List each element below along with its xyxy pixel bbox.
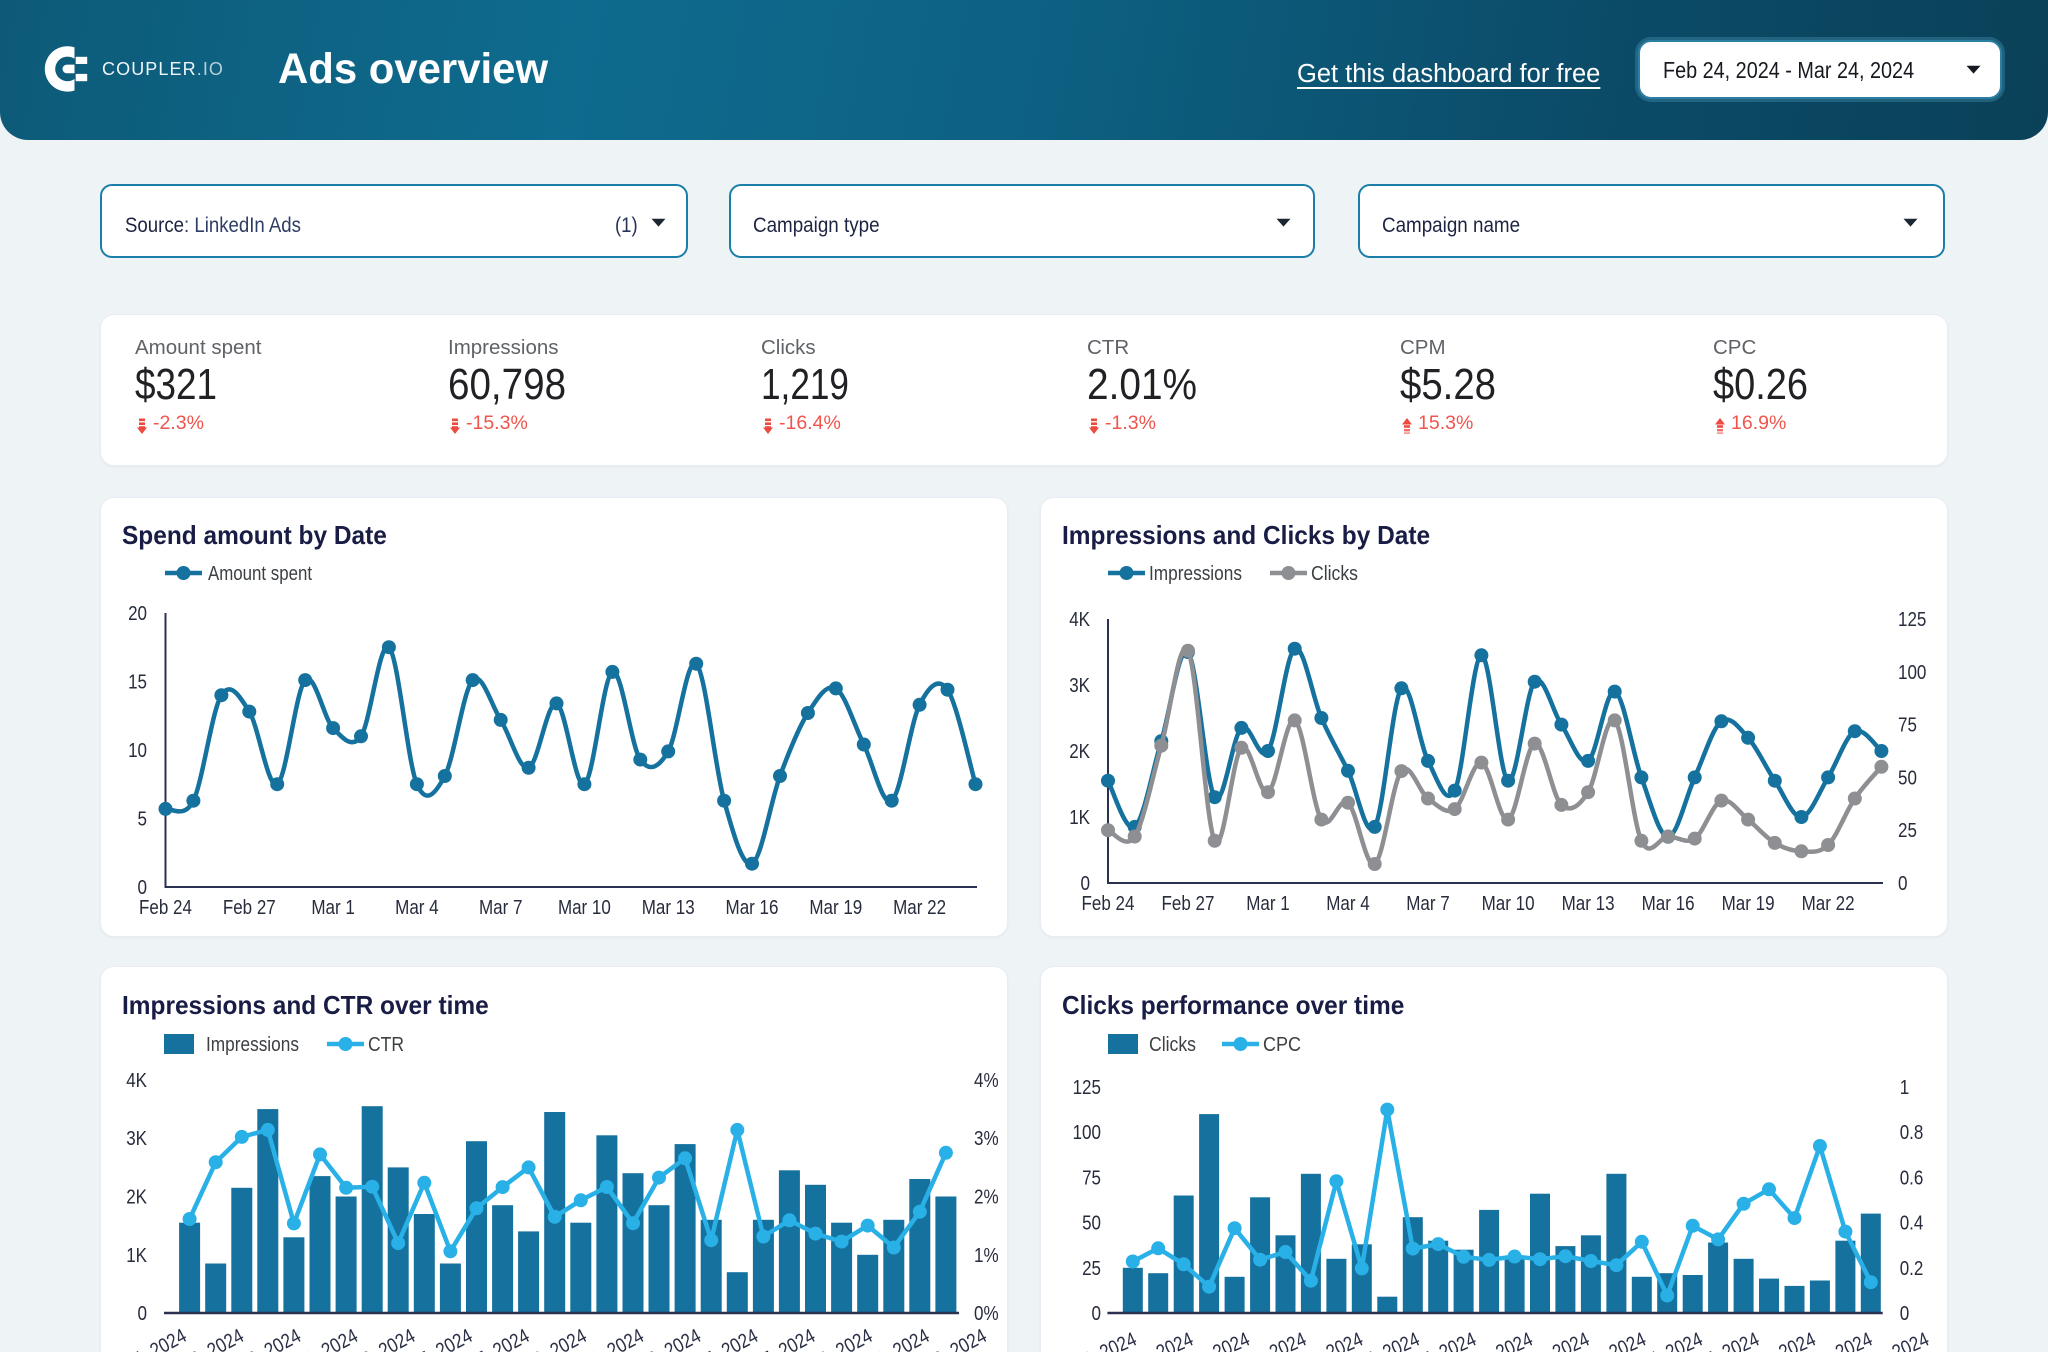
svg-text:Mar 4: Mar 4 bbox=[1326, 893, 1370, 915]
svg-text:15: 15 bbox=[128, 672, 147, 694]
svg-text:3K: 3K bbox=[1069, 675, 1090, 697]
svg-text:Mar 4: Mar 4 bbox=[395, 897, 439, 919]
svg-text:Mar 10: Mar 10 bbox=[558, 897, 611, 919]
svg-text:4%: 4% bbox=[974, 1070, 999, 1092]
svg-text:125: 125 bbox=[1073, 1077, 1101, 1099]
svg-text:0%: 0% bbox=[974, 1303, 999, 1325]
svg-text:100: 100 bbox=[1073, 1122, 1101, 1144]
svg-text:Feb 27: Feb 27 bbox=[223, 897, 276, 919]
svg-text:1K: 1K bbox=[126, 1245, 147, 1267]
svg-text:Mar 7: Mar 7 bbox=[479, 897, 523, 919]
svg-text:1%: 1% bbox=[974, 1245, 999, 1267]
svg-text:5: 5 bbox=[138, 809, 148, 831]
svg-text:Feb 24, 2024: Feb 24, 2024 bbox=[1041, 1328, 1140, 1352]
svg-text:75: 75 bbox=[1082, 1167, 1101, 1189]
svg-text:0: 0 bbox=[1900, 1303, 1910, 1325]
svg-text:0: 0 bbox=[1081, 873, 1091, 895]
svg-text:Feb 27: Feb 27 bbox=[1162, 893, 1215, 915]
svg-text:0: 0 bbox=[1898, 873, 1908, 895]
svg-text:2K: 2K bbox=[126, 1187, 147, 1209]
svg-text:4K: 4K bbox=[1069, 609, 1090, 631]
svg-text:0: 0 bbox=[138, 1303, 148, 1325]
svg-text:Mar 13: Mar 13 bbox=[1562, 893, 1615, 915]
svg-text:Mar 10: Mar 10 bbox=[1482, 893, 1535, 915]
svg-text:1: 1 bbox=[1900, 1077, 1910, 1099]
svg-text:125: 125 bbox=[1898, 609, 1926, 631]
svg-text:Mar 22: Mar 22 bbox=[893, 897, 946, 919]
svg-text:Mar 16: Mar 16 bbox=[726, 897, 779, 919]
svg-text:0.6: 0.6 bbox=[1900, 1167, 1924, 1189]
svg-text:Mar 13: Mar 13 bbox=[642, 897, 695, 919]
svg-text:Mar 1: Mar 1 bbox=[311, 897, 355, 919]
svg-text:25: 25 bbox=[1082, 1258, 1101, 1280]
svg-text:75: 75 bbox=[1898, 715, 1917, 737]
svg-text:0.4: 0.4 bbox=[1900, 1213, 1924, 1235]
svg-text:Mar 19: Mar 19 bbox=[809, 897, 862, 919]
svg-text:Mar 22: Mar 22 bbox=[1802, 893, 1855, 915]
svg-text:3K: 3K bbox=[126, 1128, 147, 1150]
svg-text:0: 0 bbox=[138, 877, 148, 899]
svg-text:Mar 7: Mar 7 bbox=[1406, 893, 1450, 915]
svg-text:0.2: 0.2 bbox=[1900, 1258, 1924, 1280]
svg-text:25: 25 bbox=[1898, 820, 1917, 842]
svg-text:3%: 3% bbox=[974, 1128, 999, 1150]
svg-text:2K: 2K bbox=[1069, 741, 1090, 763]
svg-text:0: 0 bbox=[1092, 1303, 1102, 1325]
svg-text:100: 100 bbox=[1898, 662, 1926, 684]
svg-text:Mar 1: Mar 1 bbox=[1246, 893, 1290, 915]
svg-text:20: 20 bbox=[128, 603, 147, 625]
svg-text:Feb 24: Feb 24 bbox=[1082, 893, 1135, 915]
svg-text:Feb 24, 2024: Feb 24, 2024 bbox=[101, 1325, 190, 1352]
svg-text:50: 50 bbox=[1898, 767, 1917, 789]
svg-text:10: 10 bbox=[128, 740, 147, 762]
svg-text:Mar 16: Mar 16 bbox=[1642, 893, 1695, 915]
svg-text:1K: 1K bbox=[1069, 807, 1090, 829]
svg-text:Feb 24: Feb 24 bbox=[139, 897, 192, 919]
svg-text:0.8: 0.8 bbox=[1900, 1122, 1924, 1144]
svg-text:50: 50 bbox=[1082, 1213, 1101, 1235]
svg-text:4K: 4K bbox=[126, 1070, 147, 1092]
svg-text:Mar 19: Mar 19 bbox=[1722, 893, 1775, 915]
svg-text:2%: 2% bbox=[974, 1187, 999, 1209]
